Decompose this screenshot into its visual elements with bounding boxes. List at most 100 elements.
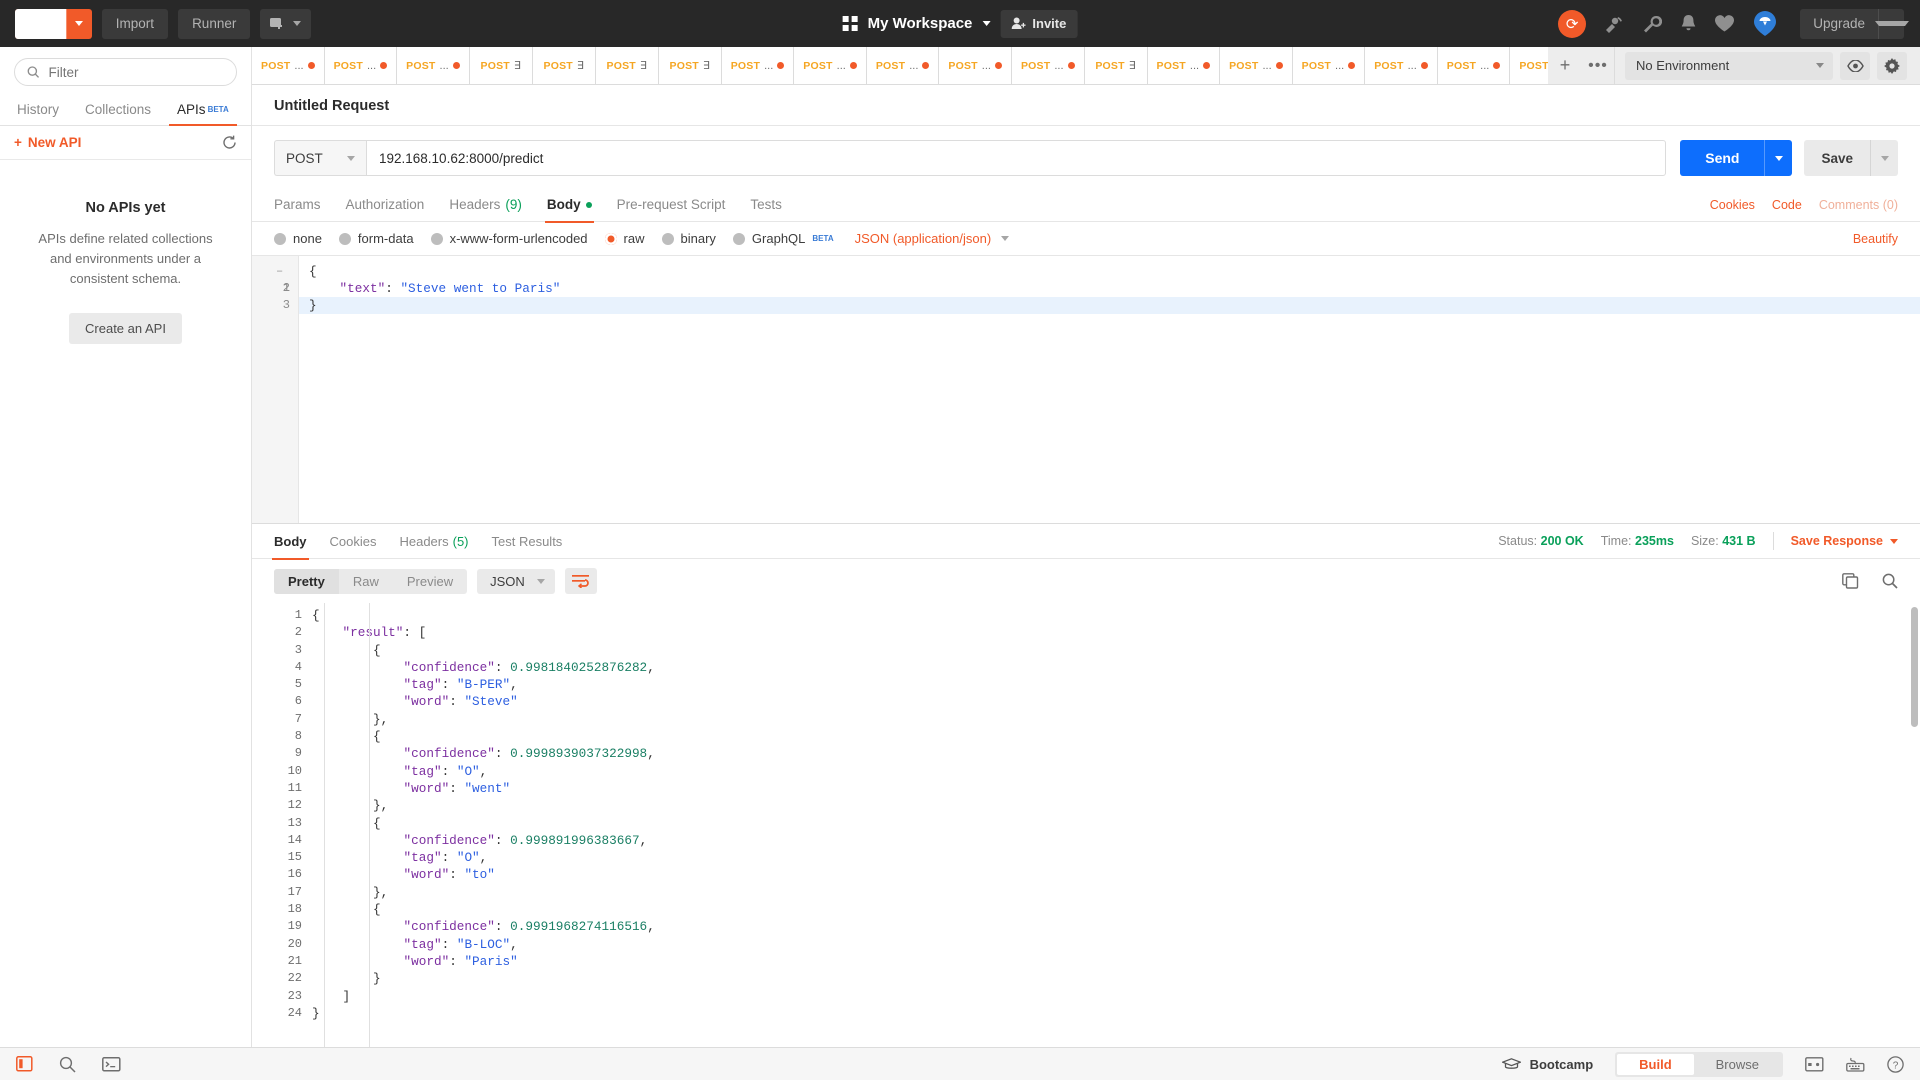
request-tab[interactable]: POST∃ [659, 47, 722, 84]
satellite-icon[interactable] [1604, 15, 1624, 33]
bell-icon[interactable] [1680, 15, 1697, 33]
code-line[interactable]: "word": "went" [312, 780, 1920, 797]
sync-icon[interactable]: ⟳ [1558, 10, 1586, 38]
browse-tab[interactable]: Browse [1694, 1054, 1781, 1075]
response-tab-headers[interactable]: Headers (5) [399, 524, 468, 559]
response-format-selector[interactable]: JSON [477, 569, 555, 594]
code-line[interactable]: }, [312, 884, 1920, 901]
sidebar-toggle-icon[interactable] [16, 1056, 33, 1072]
bootcamp-button[interactable]: Bootcamp [1502, 1057, 1594, 1072]
code-line[interactable]: "tag": "B-LOC", [312, 936, 1920, 953]
body-type-binary[interactable]: binary [662, 231, 716, 246]
request-tab[interactable]: POST... [1220, 47, 1293, 84]
create-api-button[interactable]: Create an API [69, 313, 182, 344]
new-button-main[interactable]: New [15, 9, 66, 39]
request-tab[interactable]: POST... [722, 47, 795, 84]
view-mode-raw[interactable]: Raw [339, 569, 393, 594]
code-line[interactable]: { [312, 607, 1920, 624]
keyboard-shortcuts-icon[interactable] [1846, 1057, 1865, 1072]
request-tab[interactable]: POST... [1510, 47, 1548, 84]
sidebar-tab-apis[interactable]: APIs BETA [164, 94, 242, 125]
new-tab-button[interactable]: + [1548, 47, 1582, 84]
method-selector[interactable]: POST [274, 140, 366, 176]
wrap-lines-button[interactable] [565, 568, 597, 594]
request-tab[interactable]: POST... [867, 47, 940, 84]
code-line[interactable]: { [312, 815, 1920, 832]
code-line[interactable]: }, [312, 797, 1920, 814]
send-dropdown-button[interactable] [1764, 140, 1792, 176]
save-response-button[interactable]: Save Response [1791, 534, 1898, 548]
avatar[interactable] [1752, 10, 1778, 38]
code-line[interactable]: { [312, 642, 1920, 659]
view-mode-pretty[interactable]: Pretty [274, 569, 339, 594]
request-tab[interactable]: POST... [397, 47, 470, 84]
search-icon[interactable] [1882, 573, 1898, 589]
code-line[interactable]: "result": [ [312, 624, 1920, 641]
invite-button[interactable]: Invite [1000, 10, 1077, 38]
workspace-selector[interactable]: My Workspace Invite [843, 10, 1078, 38]
code-line[interactable]: "confidence": 0.9981840252876282, [312, 659, 1920, 676]
url-input[interactable]: 192.168.10.62:8000/predict [366, 140, 1666, 176]
code-line[interactable]: "confidence": 0.9991968274116516, [312, 918, 1920, 935]
tab-headers[interactable]: Headers (9) [449, 188, 522, 222]
copy-icon[interactable] [1842, 573, 1860, 589]
request-tab[interactable]: POST... [252, 47, 325, 84]
response-tab-test-results[interactable]: Test Results [492, 524, 563, 559]
search-input[interactable] [48, 65, 224, 80]
code-line[interactable]: "tag": "O", [312, 849, 1920, 866]
upgrade-button[interactable]: Upgrade [1800, 9, 1904, 39]
body-type-none[interactable]: none [274, 231, 322, 246]
build-tab[interactable]: Build [1617, 1054, 1694, 1075]
help-icon[interactable]: ? [1887, 1056, 1904, 1073]
code-line[interactable]: "confidence": 0.999891996383667, [312, 832, 1920, 849]
two-pane-layout-icon[interactable] [1805, 1057, 1824, 1072]
upgrade-dropdown[interactable] [1878, 9, 1904, 39]
code-line[interactable]: } [312, 970, 1920, 987]
console-icon[interactable] [102, 1057, 121, 1072]
request-tab[interactable]: POST∃ [1085, 47, 1148, 84]
sidebar-tab-history[interactable]: History [4, 94, 72, 125]
code-line[interactable]: "word": "Paris" [312, 953, 1920, 970]
response-tab-cookies[interactable]: Cookies [330, 524, 377, 559]
request-tab[interactable]: POST... [794, 47, 867, 84]
open-new-window-button[interactable] [260, 9, 311, 39]
request-tab-strip[interactable]: POST...POST...POST...POST∃POST∃POST∃POST… [252, 47, 1548, 84]
code-line[interactable]: "text": "Steve went to Paris" [299, 280, 1920, 297]
response-body-viewer[interactable]: 123456789101112131415161718192021222324 … [252, 603, 1920, 1047]
refresh-icon[interactable] [222, 135, 237, 150]
request-tab[interactable]: POST... [939, 47, 1012, 84]
tab-pre-request-script[interactable]: Pre-request Script [617, 188, 726, 222]
code-line[interactable]: "word": "Steve" [312, 693, 1920, 710]
request-tab[interactable]: POST... [1148, 47, 1221, 84]
body-type-raw[interactable]: raw [605, 231, 645, 246]
code-line[interactable]: { [312, 901, 1920, 918]
environment-settings-button[interactable] [1877, 52, 1907, 80]
request-tab[interactable]: POST... [325, 47, 398, 84]
code-line[interactable]: } [312, 1005, 1920, 1022]
new-button[interactable]: New [15, 9, 92, 39]
runner-button[interactable]: Runner [178, 9, 250, 39]
comments-link[interactable]: Comments (0) [1819, 198, 1898, 212]
request-body-editor[interactable]: –123 { "text": "Steve went to Paris"} [252, 255, 1920, 523]
environment-quick-look-button[interactable] [1840, 52, 1870, 80]
save-dropdown-button[interactable] [1870, 140, 1898, 176]
tab-params[interactable]: Params [274, 188, 321, 222]
request-tab[interactable]: POST∃ [470, 47, 533, 84]
code-line[interactable]: { [312, 728, 1920, 745]
code-line[interactable]: "tag": "B-PER", [312, 676, 1920, 693]
code-line[interactable]: "word": "to" [312, 866, 1920, 883]
request-tab[interactable]: POST... [1438, 47, 1511, 84]
tab-tests[interactable]: Tests [750, 188, 782, 222]
request-tab[interactable]: POST... [1293, 47, 1366, 84]
body-type-graphql[interactable]: GraphQL BETA [733, 231, 834, 246]
response-tab-body[interactable]: Body [274, 524, 307, 559]
sidebar-tab-collections[interactable]: Collections [72, 94, 164, 125]
new-button-dropdown[interactable] [66, 9, 92, 39]
tab-overflow-button[interactable]: ••• [1582, 47, 1614, 84]
view-mode-preview[interactable]: Preview [393, 569, 467, 594]
wrench-icon[interactable] [1642, 15, 1662, 33]
send-button[interactable]: Send [1680, 140, 1764, 176]
code-line[interactable]: }, [312, 711, 1920, 728]
cookies-link[interactable]: Cookies [1710, 198, 1755, 212]
new-api-button[interactable]: + New API [14, 135, 81, 150]
